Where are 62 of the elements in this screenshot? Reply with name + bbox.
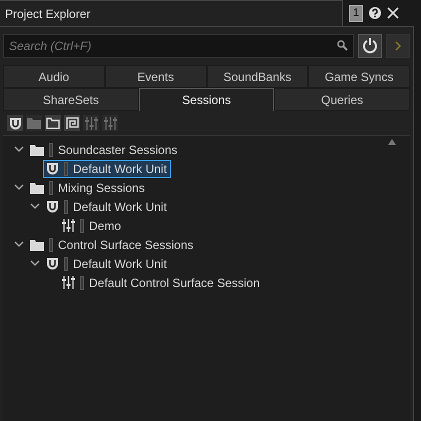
chevron-down-icon[interactable] — [14, 146, 24, 153]
tab[interactable]: Sessions — [138, 88, 274, 111]
tree-label: Demo — [89, 218, 122, 234]
toolbar-button[interactable] — [45, 115, 61, 131]
tree-label: Control Surface Sessions — [58, 236, 194, 254]
window-title: Project Explorer — [5, 6, 90, 22]
tab[interactable]: Events — [104, 65, 206, 88]
tree-label: Default Work Unit — [73, 160, 167, 178]
mixer-icon — [104, 116, 116, 130]
chevron-down-icon[interactable] — [30, 260, 40, 267]
refresh-button[interactable] — [358, 34, 382, 58]
help-icon[interactable] — [369, 7, 382, 19]
mixer-icon — [62, 276, 75, 289]
tree-item[interactable]: Default Control Surface Session — [59, 274, 264, 292]
close-icon[interactable] — [387, 7, 400, 19]
tab[interactable]: SoundBanks — [206, 65, 308, 88]
spiral-icon — [66, 116, 78, 130]
tree-item[interactable]: Mixing Sessions — [27, 178, 149, 196]
folder-icon — [46, 117, 60, 129]
work-unit-icon — [46, 200, 59, 213]
window-count-badge[interactable]: 1 — [349, 4, 364, 22]
tab[interactable]: Queries — [274, 88, 410, 111]
color-swatch — [80, 276, 84, 290]
tree-item[interactable]: Default Work Unit — [43, 160, 171, 178]
tree-item[interactable]: Default Work Unit — [43, 198, 171, 216]
tree-label: Default Work Unit — [73, 256, 167, 272]
tree-item[interactable]: Default Work Unit — [43, 254, 171, 272]
color-swatch — [49, 180, 53, 194]
search-icon — [337, 40, 348, 50]
folder-icon — [30, 144, 44, 156]
tree-item[interactable]: Control Surface Sessions — [27, 236, 198, 254]
chevron-down-icon[interactable] — [14, 184, 24, 191]
tab[interactable]: Game Syncs — [308, 65, 410, 88]
color-swatch — [80, 218, 84, 232]
folder-icon — [27, 117, 41, 129]
tree-label: Soundcaster Sessions — [58, 142, 178, 158]
tree-label: Default Control Surface Session — [89, 274, 260, 292]
folder-icon — [30, 238, 44, 250]
scroll-up-icon[interactable] — [388, 139, 396, 145]
tree-label: Mixing Sessions — [58, 180, 145, 196]
folder-icon — [30, 182, 44, 194]
work-unit-icon — [46, 257, 59, 270]
tree-item[interactable]: Soundcaster Sessions — [27, 140, 182, 158]
color-swatch — [49, 238, 53, 252]
tab[interactable]: Audio — [3, 65, 105, 88]
search-field[interactable]: Search (Ctrl+F) — [3, 34, 354, 58]
chevron-down-icon[interactable] — [30, 203, 40, 210]
work-unit-icon — [8, 116, 22, 130]
chevron-down-icon[interactable] — [14, 241, 24, 248]
chevron-right-icon — [395, 40, 401, 50]
toolbar-button[interactable] — [64, 115, 80, 131]
mixer-icon — [62, 219, 75, 232]
toolbar-button[interactable] — [7, 115, 23, 131]
color-swatch — [49, 142, 53, 156]
color-swatch — [64, 256, 68, 270]
work-unit-icon — [46, 162, 59, 175]
tree-label: Default Work Unit — [73, 198, 167, 216]
tab[interactable]: ShareSets — [3, 88, 139, 111]
tree-item[interactable]: Demo — [59, 216, 126, 234]
mixer-icon — [84, 116, 98, 130]
color-swatch — [64, 162, 68, 176]
color-swatch — [64, 200, 68, 214]
